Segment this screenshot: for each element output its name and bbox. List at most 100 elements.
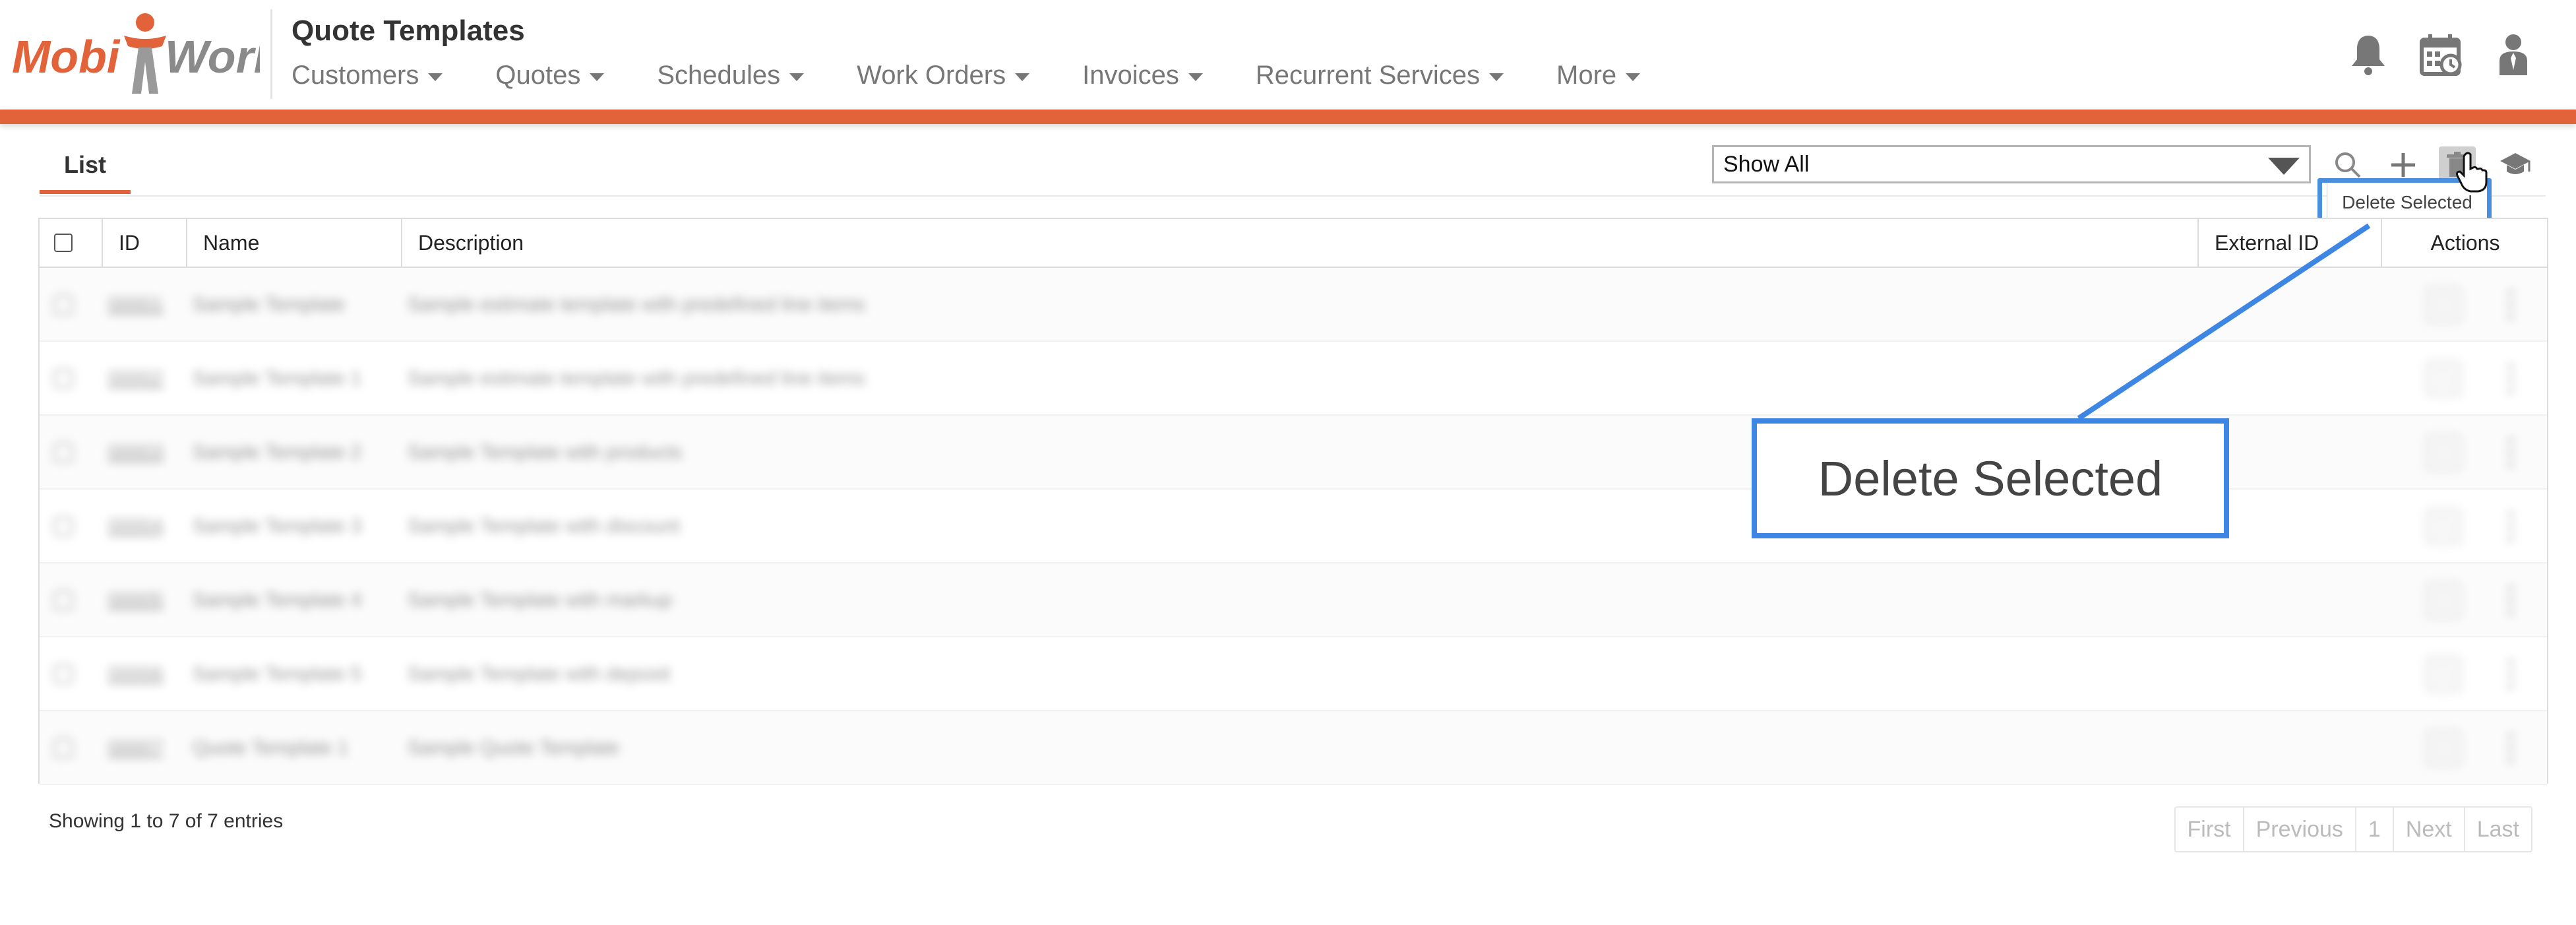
nav-recurrent-services[interactable]: Recurrent Services bbox=[1256, 61, 1504, 90]
callout-delete-selected: Delete Selected bbox=[1752, 418, 2229, 538]
row-more-menu-icon[interactable] bbox=[2506, 656, 2515, 692]
row-id-link[interactable]: 00001 bbox=[108, 268, 163, 342]
trash-icon bbox=[2447, 152, 2468, 177]
nav-quotes[interactable]: Quotes bbox=[495, 61, 605, 90]
pager-previous[interactable]: Previous bbox=[2244, 808, 2356, 851]
row-checkbox[interactable] bbox=[54, 369, 73, 388]
nav-customers-label: Customers bbox=[291, 61, 419, 90]
row-id-link[interactable]: 00002 bbox=[108, 342, 163, 416]
row-name: Sample Template 3 bbox=[193, 515, 362, 537]
main-nav: Customers Quotes Schedules Work Orders I… bbox=[291, 61, 1693, 90]
row-description: Sample estimate template with predefined… bbox=[408, 367, 865, 389]
row-name: Sample Template 4 bbox=[193, 589, 362, 611]
row-name: Sample Template 5 bbox=[193, 663, 362, 685]
row-edit-button[interactable] bbox=[2426, 509, 2461, 544]
table-row[interactable]: 00002 Sample Template 1 Sample estimate … bbox=[40, 342, 2547, 416]
table-row[interactable]: 00007 Quote Template 1 Sample Quote Temp… bbox=[40, 711, 2547, 785]
logo-divider bbox=[270, 9, 272, 99]
filter-select-value: Show All bbox=[1723, 151, 1810, 177]
toolbar-divider bbox=[40, 195, 2546, 197]
pager-page-1[interactable]: 1 bbox=[2356, 808, 2394, 851]
row-name: Sample Template 1 bbox=[193, 367, 362, 389]
row-more-menu-icon[interactable] bbox=[2506, 287, 2515, 323]
mobiwork-logo[interactable]: Mobi Work bbox=[9, 7, 260, 99]
chevron-down-icon bbox=[789, 73, 805, 81]
chevron-down-icon bbox=[428, 73, 443, 81]
logo-text-right: Work bbox=[165, 31, 260, 82]
table-info-text: Showing 1 to 7 of 7 entries bbox=[49, 810, 284, 832]
header-accent-bar bbox=[0, 110, 2576, 124]
help-learning-button[interactable] bbox=[2497, 146, 2534, 183]
chevron-down-icon bbox=[1626, 73, 1641, 81]
chevron-down-icon bbox=[1188, 73, 1203, 81]
nav-schedules-label: Schedules bbox=[657, 61, 781, 90]
nav-schedules[interactable]: Schedules bbox=[657, 61, 805, 90]
chevron-down-icon bbox=[1489, 73, 1504, 81]
row-description: Sample Template with discount bbox=[408, 515, 680, 537]
tab-active-indicator bbox=[40, 190, 131, 194]
column-header-external-id[interactable]: External ID bbox=[2199, 219, 2382, 267]
nav-more[interactable]: More bbox=[1556, 61, 1641, 90]
row-description: Sample Template with deposit bbox=[408, 663, 670, 685]
row-checkbox[interactable] bbox=[54, 739, 73, 757]
user-icon[interactable] bbox=[2490, 32, 2536, 78]
pager-next[interactable]: Next bbox=[2394, 808, 2465, 851]
page-title: Quote Templates bbox=[291, 15, 525, 47]
row-name: Sample Template bbox=[193, 294, 346, 315]
bell-icon[interactable] bbox=[2345, 32, 2391, 78]
pager-first[interactable]: First bbox=[2176, 808, 2244, 851]
chevron-down-icon bbox=[590, 73, 605, 81]
row-description: Sample estimate template with predefined… bbox=[408, 294, 865, 315]
row-edit-button[interactable] bbox=[2426, 583, 2461, 618]
row-edit-button[interactable] bbox=[2426, 730, 2461, 766]
row-more-menu-icon[interactable] bbox=[2506, 583, 2515, 618]
row-checkbox[interactable] bbox=[54, 665, 73, 684]
row-edit-button[interactable] bbox=[2426, 287, 2461, 323]
graduation-cap-icon bbox=[2500, 153, 2530, 174]
chevron-down-icon bbox=[1015, 73, 1030, 81]
nav-quotes-label: Quotes bbox=[495, 61, 581, 90]
row-id-link[interactable]: 00004 bbox=[108, 490, 163, 563]
row-edit-button[interactable] bbox=[2426, 361, 2461, 397]
dropdown-arrow-icon bbox=[2268, 158, 2300, 175]
row-description: Sample Template with products bbox=[408, 441, 683, 463]
row-more-menu-icon[interactable] bbox=[2506, 730, 2515, 766]
select-all-checkbox[interactable] bbox=[54, 234, 73, 252]
table-row[interactable]: 00006 Sample Template 5 Sample Template … bbox=[40, 637, 2547, 711]
pagination: First Previous 1 Next Last bbox=[2174, 806, 2532, 852]
column-header-description[interactable]: Description bbox=[402, 219, 2199, 267]
app-header: Mobi Work Quote Templates Customers Quot… bbox=[0, 0, 2576, 110]
row-checkbox[interactable] bbox=[54, 591, 73, 610]
row-checkbox[interactable] bbox=[54, 517, 73, 536]
logo-text-left: Mobi bbox=[12, 31, 121, 82]
row-edit-button[interactable] bbox=[2426, 435, 2461, 470]
row-id-link[interactable]: 00005 bbox=[108, 563, 163, 637]
column-header-name[interactable]: Name bbox=[187, 219, 402, 267]
row-description: Sample Template with markup bbox=[408, 589, 673, 611]
nav-customers[interactable]: Customers bbox=[291, 61, 443, 90]
pager-last[interactable]: Last bbox=[2465, 808, 2531, 851]
row-id-link[interactable]: 00007 bbox=[108, 711, 163, 785]
row-more-menu-icon[interactable] bbox=[2506, 509, 2515, 544]
row-more-menu-icon[interactable] bbox=[2506, 361, 2515, 397]
row-checkbox[interactable] bbox=[54, 443, 73, 462]
nav-work-orders-label: Work Orders bbox=[857, 61, 1006, 90]
nav-invoices-label: Invoices bbox=[1082, 61, 1179, 90]
column-header-id[interactable]: ID bbox=[103, 219, 187, 267]
table-header: ID Name Description External ID Actions bbox=[40, 219, 2547, 268]
row-description: Sample Quote Template bbox=[408, 737, 620, 759]
calendar-icon[interactable] bbox=[2418, 32, 2464, 78]
nav-invoices[interactable]: Invoices bbox=[1082, 61, 1203, 90]
search-icon bbox=[2335, 152, 2361, 178]
row-more-menu-icon[interactable] bbox=[2506, 435, 2515, 470]
nav-recurrent-services-label: Recurrent Services bbox=[1255, 61, 1480, 90]
table-row[interactable]: 00001 Sample Template Sample estimate te… bbox=[40, 268, 2547, 342]
nav-work-orders[interactable]: Work Orders bbox=[857, 61, 1030, 90]
row-edit-button[interactable] bbox=[2426, 656, 2461, 692]
row-checkbox[interactable] bbox=[54, 296, 73, 314]
row-id-link[interactable]: 00003 bbox=[108, 416, 163, 490]
table-row[interactable]: 00005 Sample Template 4 Sample Template … bbox=[40, 563, 2547, 637]
filter-select[interactable]: Show All bbox=[1712, 145, 2311, 183]
tab-list[interactable]: List bbox=[40, 136, 131, 194]
row-id-link[interactable]: 00006 bbox=[108, 637, 163, 711]
